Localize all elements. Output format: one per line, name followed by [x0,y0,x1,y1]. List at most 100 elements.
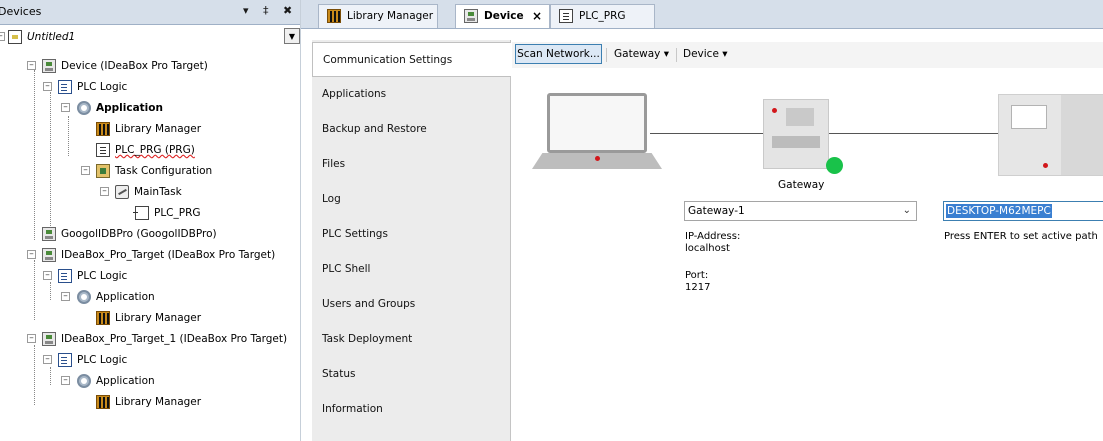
tree-item-label: PLC Logic [77,354,128,366]
nav-information[interactable]: Information [312,392,510,427]
plc-logic-icon [58,80,72,94]
tree-item-label: Library Manager [115,396,202,408]
device-icon [42,248,56,262]
collapse-icon[interactable]: – [100,187,109,196]
nav-communication-settings[interactable]: Communication Settings [312,42,511,77]
library-manager-icon [96,311,110,325]
collapse-icon[interactable]: – [27,61,36,70]
tree-item-label: IDeaBox_Pro_Target_1 (IDeaBox Pro Target… [61,333,288,345]
gateway-label: Gateway [778,179,825,191]
port-value: 1217 [685,282,711,293]
application-gear-icon [77,374,91,388]
tree-item[interactable]: – IDeaBox_Pro_Target_1 (IDeaBox Pro Targe… [0,329,298,349]
tree-item[interactable]: – Application [0,98,298,118]
tree-item[interactable]: Library Manager [0,392,298,412]
scan-network-button[interactable]: Scan Network... [515,44,602,64]
plc-logic-icon [58,353,72,367]
tree-item-label: PLC Logic [77,270,128,282]
devices-panel: Devices ▾ ‡ ✖ – Untitled1 ▼ – Device (IDe… [0,0,301,441]
gateway-status-led [772,108,777,113]
device-editor-nav: Communication Settings Applications Backup… [312,40,511,441]
tree-item[interactable]: – MainTask [0,182,298,202]
gateway-select-value: Gateway-1 [688,205,745,217]
tree-item[interactable]: – PLC Logic [0,350,298,370]
connection-line [829,133,998,134]
device-status-led [1043,163,1048,168]
tree-item-label: Library Manager [115,123,202,135]
tree-item[interactable]: – PLC Logic [0,266,298,286]
device-menu-button[interactable]: Device ▾ [683,44,728,65]
nav-users-and-groups[interactable]: Users and Groups [312,287,510,322]
tree-item[interactable]: – Application [0,287,298,307]
nav-backup-and-restore[interactable]: Backup and Restore [312,112,510,147]
program-icon [559,9,573,23]
ip-address-label: IP-Address: [685,231,741,242]
tree-item-label: Application [96,291,155,303]
tab-label: Library Manager [347,10,434,22]
tree-item[interactable]: – PLC Logic [0,77,298,97]
tree-item[interactable]: – Application [0,371,298,391]
chevron-down-icon[interactable]: ⌄ [903,202,911,220]
project-name: Untitled1 [27,31,76,43]
application-gear-icon [77,290,91,304]
library-manager-icon [327,9,341,23]
nav-log[interactable]: Log [312,182,510,217]
nav-task-deployment[interactable]: Task Deployment [312,322,510,357]
program-icon [96,143,110,157]
nav-plc-settings[interactable]: PLC Settings [312,217,510,252]
tree-item[interactable]: PLC_PRG [0,203,298,223]
collapse-icon[interactable]: – [27,334,36,343]
collapse-icon[interactable]: – [81,166,90,175]
nav-files[interactable]: Files [312,147,510,182]
collapse-icon[interactable]: – [43,271,52,280]
tab-label: PLC_PRG [579,10,626,22]
computer-icon [547,93,647,153]
tree-item[interactable]: PLC_PRG (PRG) [0,140,298,160]
close-tab-icon[interactable]: × [532,5,542,27]
tree-item[interactable]: Library Manager [0,308,298,328]
gateway-menu-button[interactable]: Gateway ▾ [614,44,669,65]
tree-item[interactable]: Library Manager [0,119,298,139]
tab-library-manager[interactable]: Library Manager [318,4,438,28]
device-icon [42,227,56,241]
collapse-icon[interactable]: – [61,292,70,301]
collapse-icon[interactable]: – [27,250,36,259]
tree-item-label: MainTask [134,186,182,198]
collapse-icon[interactable]: – [0,32,5,41]
tab-device[interactable]: Device × [455,4,550,28]
tree-item[interactable]: – Task Configuration [0,161,298,181]
tree-item[interactable]: – IDeaBox_Pro_Target (IDeaBox Pro Target) [0,245,298,265]
tree-item[interactable]: GoogolIDBPro (GoogolIDBPro) [0,224,298,244]
collapse-icon[interactable]: – [61,376,70,385]
nav-plc-shell[interactable]: PLC Shell [312,252,510,287]
tree-root[interactable]: – Untitled1 [0,27,280,47]
tab-label: Device [484,10,524,22]
tree-item-label: GoogolIDBPro (GoogolIDBPro) [61,228,217,240]
device-name-selected-text: DESKTOP-M62MEPC [946,204,1052,218]
collapse-icon[interactable]: – [43,355,52,364]
tab-plc-prg[interactable]: PLC_PRG [550,4,655,28]
gateway-select[interactable]: Gateway-1 ⌄ [684,201,917,221]
tree-item-label: Application [96,102,163,114]
tree-item-label: IDeaBox_Pro_Target (IDeaBox Pro Target) [61,249,276,261]
project-icon [8,30,22,44]
computer-status-led [595,156,600,161]
main-task-icon [115,185,129,199]
nav-applications[interactable]: Applications [312,77,510,112]
nav-status[interactable]: Status [312,357,510,392]
tree-item-label: Task Configuration [115,165,213,177]
collapse-icon[interactable]: – [61,103,70,112]
tree-item-label: Device (IDeaBox Pro Target) [61,60,208,72]
devices-panel-header: Devices ▾ ‡ ✖ [0,0,300,25]
device-hint: Press ENTER to set active path [944,231,1098,242]
plc-logic-icon [58,269,72,283]
panel-menu-icon[interactable]: ▾ [243,4,249,17]
device-icon [42,332,56,346]
collapse-icon[interactable]: – [43,82,52,91]
close-icon[interactable]: ✖ [283,4,292,17]
pin-icon[interactable]: ‡ [263,4,269,17]
device-name-input[interactable]: DESKTOP-M62MEPC [943,201,1103,221]
tree-item[interactable]: – Device (IDeaBox Pro Target) [0,56,298,76]
project-dropdown-button[interactable]: ▼ [284,28,300,44]
plc-device-icon[interactable] [998,94,1103,176]
